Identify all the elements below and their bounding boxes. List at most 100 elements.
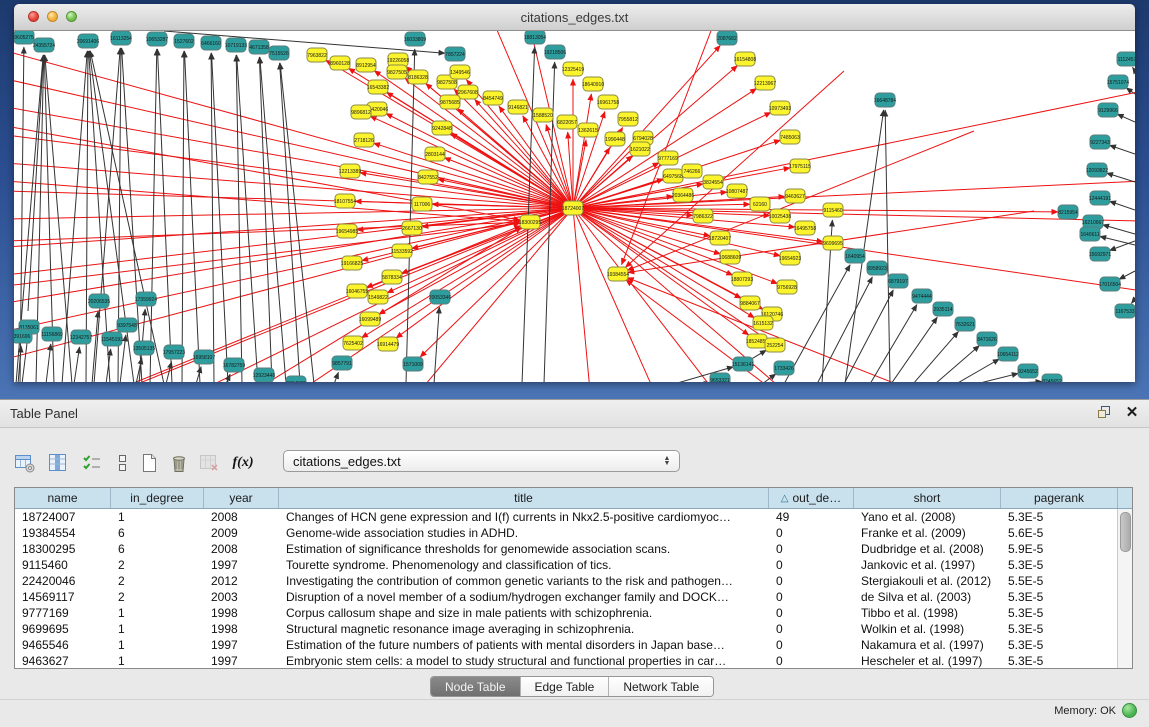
table-cell-short[interactable]: Hescheler et al. (1997) — [854, 654, 1001, 668]
table-cell-year[interactable]: 2003 — [204, 590, 279, 604]
table-cell-name[interactable]: 18724007 — [15, 510, 111, 524]
paper-node-teal[interactable]: 16782759 — [223, 358, 245, 372]
paper-node-yellow[interactable]: 1549822 — [368, 290, 388, 304]
table-cell-name[interactable]: 9777169 — [15, 606, 111, 620]
paper-node-yellow[interactable]: 9115460 — [823, 203, 843, 217]
paper-node-teal[interactable]: 10654112 — [997, 347, 1019, 361]
paper-node-yellow[interactable]: 16495758 — [794, 221, 816, 235]
table-cell-year[interactable]: 2009 — [204, 526, 279, 540]
table-row[interactable]: 1830029562008Estimation of significance … — [15, 541, 1132, 557]
table-cell-year[interactable]: 2012 — [204, 574, 279, 588]
paper-node-yellow[interactable]: 2718126 — [354, 133, 374, 147]
close-window-button[interactable] — [28, 11, 39, 22]
table-cell-out_de[interactable]: 0 — [769, 558, 854, 572]
paper-node-teal[interactable]: 15136141 — [732, 357, 754, 371]
table-cell-name[interactable]: 9115460 — [15, 558, 111, 572]
column-header-name[interactable]: name — [15, 488, 111, 508]
paper-node-teal[interactable]: 9227343 — [1090, 135, 1110, 149]
table-cell-pagerank[interactable]: 5.9E-5 — [1001, 542, 1118, 556]
paper-node-teal[interactable]: 10719133 — [225, 38, 247, 52]
table-cell-name[interactable]: 18300295 — [15, 542, 111, 556]
citation-edge-black[interactable] — [1119, 271, 1135, 279]
paper-node-yellow[interactable]: 9146821 — [508, 100, 528, 114]
paper-node-teal[interactable]: 1571009 — [403, 357, 423, 371]
table-cell-out_de[interactable]: 0 — [769, 526, 854, 540]
paper-node-teal[interactable]: 7515526 — [269, 46, 289, 60]
paper-node-yellow[interactable]: 12213967 — [754, 76, 776, 90]
paper-node-yellow[interactable]: 18720407 — [709, 231, 731, 245]
paper-node-yellow[interactable]: 7986322 — [693, 209, 713, 223]
paper-node-yellow[interactable]: 1615132 — [753, 316, 773, 330]
select-rows-icon[interactable] — [79, 450, 105, 476]
new-table-icon[interactable] — [136, 450, 162, 476]
paper-node-yellow[interactable]: 6497568 — [663, 169, 683, 183]
paper-node-yellow[interactable]: 9463627 — [785, 189, 805, 203]
network-window-titlebar[interactable]: citations_edges.txt — [14, 4, 1135, 31]
row-height-icon[interactable] — [109, 450, 135, 476]
paper-node-yellow[interactable]: 18640910 — [582, 77, 604, 91]
table-cell-name[interactable]: 9463627 — [15, 654, 111, 668]
table-cell-out_de[interactable]: 0 — [769, 574, 854, 588]
paper-node-teal[interactable]: 20691406 — [77, 34, 99, 48]
paper-node-teal[interactable]: 24355724 — [33, 38, 55, 52]
table-cell-short[interactable]: Yano et al. (2008) — [854, 510, 1001, 524]
paper-node-yellow[interactable]: 2667130 — [402, 221, 422, 235]
citation-edge-black[interactable] — [1131, 299, 1135, 303]
citation-edge-black[interactable] — [237, 55, 258, 382]
table-cell-in_degree[interactable]: 1 — [111, 654, 204, 668]
paper-node-yellow[interactable]: 9827505 — [387, 65, 407, 79]
paper-node-teal[interactable]: 12093822 — [1086, 163, 1108, 177]
paper-node-teal[interactable]: 11156869 — [41, 327, 63, 341]
citation-edge-black[interactable] — [184, 51, 200, 382]
table-cell-title[interactable]: Structural magnetic resonance image aver… — [279, 622, 769, 636]
citation-edge-black[interactable] — [182, 51, 184, 382]
table-cell-short[interactable]: Tibbo et al. (1998) — [854, 606, 1001, 620]
minimize-window-button[interactable] — [47, 11, 58, 22]
paper-node-yellow[interactable]: 10807487 — [726, 184, 748, 198]
tab-edge-table[interactable]: Edge Table — [521, 677, 610, 696]
citation-edge-red[interactable] — [573, 208, 749, 335]
paper-node-teal[interactable]: 7857224 — [445, 47, 465, 61]
table-cell-pagerank[interactable]: 5.6E-5 — [1001, 526, 1118, 540]
paper-node-teal[interactable]: 1733426 — [774, 361, 794, 375]
citation-edge-black[interactable] — [1133, 67, 1135, 71]
paper-node-teal[interactable]: 8215954 — [1058, 205, 1078, 219]
paper-node-yellow[interactable]: 9875685 — [440, 95, 460, 109]
table-cell-title[interactable]: Genome-wide association studies in ADHD. — [279, 526, 769, 540]
table-cell-in_degree[interactable]: 2 — [111, 574, 204, 588]
paper-node-teal[interactable]: 9857791 — [332, 356, 352, 370]
table-cell-short[interactable]: Jankovic et al. (1997) — [854, 558, 1001, 572]
table-cell-out_de[interactable]: 0 — [769, 622, 854, 636]
table-cell-pagerank[interactable]: 5.3E-5 — [1001, 590, 1118, 604]
paper-node-yellow[interactable]: 19166825 — [341, 256, 363, 270]
paper-node-yellow[interactable]: 20364486 — [672, 188, 694, 202]
float-panel-icon[interactable] — [1095, 403, 1113, 421]
table-cell-pagerank[interactable]: 5.3E-5 — [1001, 654, 1118, 668]
table-cell-title[interactable]: Embryonic stem cells: a model to study s… — [279, 654, 769, 668]
paper-node-teal[interactable]: 15692971 — [1089, 247, 1111, 261]
paper-node-teal[interactable]: 17359924 — [135, 292, 157, 306]
table-cell-name[interactable]: 9465546 — [15, 638, 111, 652]
table-cell-title[interactable]: Corpus callosum shape and size in male p… — [279, 606, 769, 620]
paper-node-teal[interactable]: 16113254 — [110, 31, 132, 45]
citation-edge-black[interactable] — [46, 344, 51, 382]
column-header-out_de[interactable]: △out_de… — [769, 488, 854, 508]
paper-node-teal[interactable]: 13505135 — [133, 341, 155, 355]
paper-node-yellow[interactable]: 117006 — [412, 197, 432, 211]
citation-edge-black[interactable] — [150, 49, 157, 382]
paper-node-teal[interactable]: 11545193 — [101, 332, 123, 346]
paper-node-yellow[interactable]: 18107554 — [334, 194, 356, 208]
citation-edge-black[interactable] — [1117, 114, 1135, 122]
table-cell-pagerank[interactable]: 5.3E-5 — [1001, 638, 1118, 652]
column-header-title[interactable]: title — [279, 488, 769, 508]
paper-node-teal[interactable]: 9605275 — [14, 31, 34, 44]
paper-node-yellow[interactable]: 7485063 — [780, 130, 800, 144]
paper-node-teal[interactable]: 391696 — [14, 329, 32, 343]
paper-node-yellow[interactable]: 9756928 — [777, 280, 797, 294]
table-cell-out_de[interactable]: 0 — [769, 606, 854, 620]
paper-node-teal[interactable]: 6879197 — [888, 274, 908, 288]
table-cell-title[interactable]: Estimation of the future numbers of pati… — [279, 638, 769, 652]
paper-node-yellow[interactable]: 16543382 — [367, 80, 389, 94]
paper-node-teal[interactable]: 19218506 — [544, 45, 566, 59]
paper-node-teal[interactable]: 4671358 — [249, 40, 269, 54]
